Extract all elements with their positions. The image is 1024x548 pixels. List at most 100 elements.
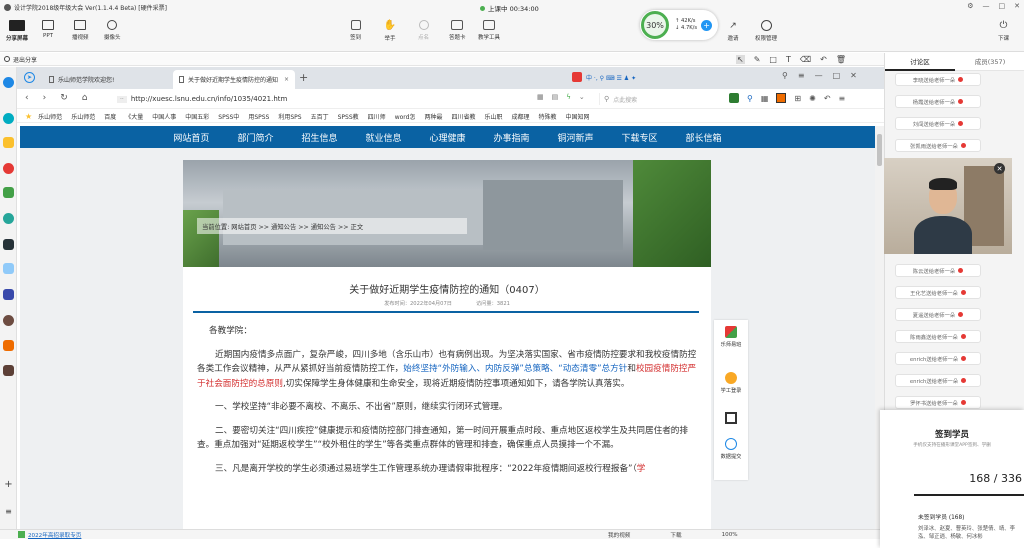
nav-employment[interactable]: 就业信息: [365, 131, 401, 144]
browser-maximize-icon[interactable]: □: [833, 71, 841, 80]
eraser-icon[interactable]: ⌫: [800, 55, 811, 64]
raise-hand-button[interactable]: ✋ 举手: [384, 20, 396, 42]
bookmark-item[interactable]: 利用SPS: [278, 112, 301, 121]
home-icon[interactable]: ⌂: [82, 93, 88, 103]
sogou-icon[interactable]: [572, 72, 582, 82]
zoom-level[interactable]: 100%: [722, 532, 738, 538]
search-field[interactable]: ⚲ 点此搜索: [599, 93, 724, 105]
bookmark-item[interactable]: SPSS中: [218, 112, 239, 121]
cloud-icon[interactable]: [3, 213, 14, 224]
undo-icon[interactable]: ↶: [820, 55, 827, 64]
bookmark-item[interactable]: 中国知网: [566, 112, 590, 121]
ext-sun-icon[interactable]: ✺: [809, 94, 816, 103]
nav-download[interactable]: 下载专区: [622, 131, 658, 144]
qrcode-link[interactable]: [714, 412, 748, 424]
tab-welcome[interactable]: 乐山师范学院欢迎您!: [43, 70, 173, 89]
ext-menu-icon[interactable]: ≡: [839, 94, 846, 103]
back-icon[interactable]: ‹: [25, 93, 29, 103]
scrollbar-thumb[interactable]: [877, 134, 882, 166]
ext-green-icon[interactable]: [729, 93, 739, 103]
network-plus-icon[interactable]: +: [701, 19, 713, 31]
ppt-button[interactable]: PPT: [42, 20, 54, 39]
pet-icon[interactable]: [3, 340, 14, 351]
news-ticker[interactable]: 2022年高招录取专页: [28, 531, 81, 539]
bookmark-item[interactable]: 乐山师范: [38, 112, 62, 121]
weibo-icon[interactable]: [3, 163, 14, 174]
nav-admission[interactable]: 招生信息: [301, 131, 337, 144]
browser-app-icon[interactable]: [3, 77, 14, 88]
browser-close-icon[interactable]: ✕: [850, 71, 857, 80]
teaching-tools-button[interactable]: 教学工具: [478, 20, 500, 41]
bookmark-item[interactable]: 乐山职: [484, 112, 502, 121]
notes-icon[interactable]: [3, 263, 14, 274]
bookmark-item[interactable]: 四川师: [368, 112, 386, 121]
nav-mailbox[interactable]: 部长信箱: [686, 131, 722, 144]
delete-icon[interactable]: 🗑: [836, 55, 846, 64]
new-tab-button[interactable]: +: [299, 71, 308, 84]
close-tab-icon[interactable]: ×: [284, 76, 289, 83]
tab-discussion[interactable]: 讨论区: [885, 53, 955, 71]
bookmark-item[interactable]: 《大量: [125, 112, 143, 121]
compat-icon[interactable]: ▤: [552, 93, 559, 101]
tab-members[interactable]: 成员(357): [955, 53, 1024, 71]
bookmark-item[interactable]: 中国五彩: [185, 112, 209, 121]
minimize-icon[interactable]: —: [983, 2, 990, 10]
add-app-icon[interactable]: [3, 113, 14, 124]
bolt-icon[interactable]: ϟ: [566, 93, 571, 101]
ext-undo-icon[interactable]: ↶: [824, 94, 831, 103]
invite-button[interactable]: ↗ 邀请: [727, 20, 739, 43]
camera-button[interactable]: 摄像头: [104, 20, 121, 41]
url-field[interactable]: ·· http://xuesc.lsnu.edu.cn/info/1035/40…: [117, 93, 587, 105]
bookmark-item[interactable]: 五百丁: [311, 112, 329, 121]
shape-icon[interactable]: □: [769, 55, 777, 64]
maximize-icon[interactable]: □: [999, 2, 1006, 10]
reload-icon[interactable]: ↻: [60, 93, 68, 103]
answer-card-button[interactable]: 答题卡: [449, 20, 466, 41]
yiban-link[interactable]: 乐师易班: [714, 326, 748, 348]
play-video-button[interactable]: 播视频: [72, 20, 89, 41]
dropdown-icon[interactable]: ⌄: [579, 93, 585, 101]
download-link[interactable]: 下载: [670, 531, 681, 539]
share-screen-button[interactable]: 分享屏幕: [6, 20, 28, 42]
bookmark-item[interactable]: 两种最: [424, 112, 442, 121]
nav-guide[interactable]: 办事指南: [494, 131, 530, 144]
ext-orange-icon[interactable]: [776, 93, 787, 103]
reader-icon[interactable]: ▦: [537, 93, 544, 101]
ime-icons[interactable]: 中 ·, ⚲ ⌨ ☰ ♟ ✦: [586, 73, 636, 82]
bookmark-item[interactable]: word怎: [395, 112, 416, 121]
pointer-icon[interactable]: ↖: [736, 55, 745, 64]
browser-logo-icon[interactable]: ➤: [24, 72, 35, 83]
tab-notice[interactable]: 关于做好近期学生疫情防控的通知 ×: [173, 70, 295, 89]
game-icon[interactable]: [3, 289, 14, 300]
my-video-link[interactable]: 我的视频: [608, 531, 630, 539]
ext-grid-icon[interactable]: ▦: [761, 94, 769, 103]
student-login-link[interactable]: 学工登录: [714, 372, 748, 394]
end-class-button[interactable]: ⏻ 下课: [998, 20, 1009, 42]
nav-news[interactable]: 铜河新声: [558, 131, 594, 144]
bookmark-item[interactable]: 用SPSS: [248, 112, 269, 121]
ext-search-icon[interactable]: ⚲: [747, 94, 753, 103]
calculator-icon[interactable]: [3, 239, 14, 250]
pen-icon[interactable]: ✎: [754, 55, 761, 64]
close-icon[interactable]: ✕: [1014, 2, 1020, 10]
rollcall-button[interactable]: 点名: [418, 20, 429, 41]
text-tool-icon[interactable]: T: [786, 55, 791, 64]
pin-icon[interactable]: ⚲: [782, 71, 788, 80]
mail-icon[interactable]: [3, 187, 14, 198]
nav-department[interactable]: 部门简介: [237, 131, 273, 144]
dock-add-icon[interactable]: +: [3, 479, 14, 490]
star-icon[interactable]: ★: [25, 112, 32, 121]
game2-icon[interactable]: [3, 365, 14, 376]
browser-menu-icon[interactable]: ≡: [798, 71, 805, 80]
bookmark-item[interactable]: 中国人事: [152, 112, 176, 121]
dock-menu-icon[interactable]: ≡: [3, 507, 14, 516]
bookmark-item[interactable]: 特殊教: [539, 112, 557, 121]
bookmark-item[interactable]: 成都理: [511, 112, 529, 121]
p1-highlight-link[interactable]: 始终坚持“外防输入、内防反弹”总策略、“动态清零”总方针: [403, 364, 627, 374]
settings-icon[interactable]: ⚙: [967, 2, 973, 10]
permission-button[interactable]: 权限管理: [755, 20, 777, 42]
bookmark-item[interactable]: 乐山师范: [71, 112, 95, 121]
bookmark-item[interactable]: 百度: [104, 112, 116, 121]
checkin-button[interactable]: 签到: [350, 20, 361, 41]
nav-home[interactable]: 网站首页: [173, 131, 209, 144]
